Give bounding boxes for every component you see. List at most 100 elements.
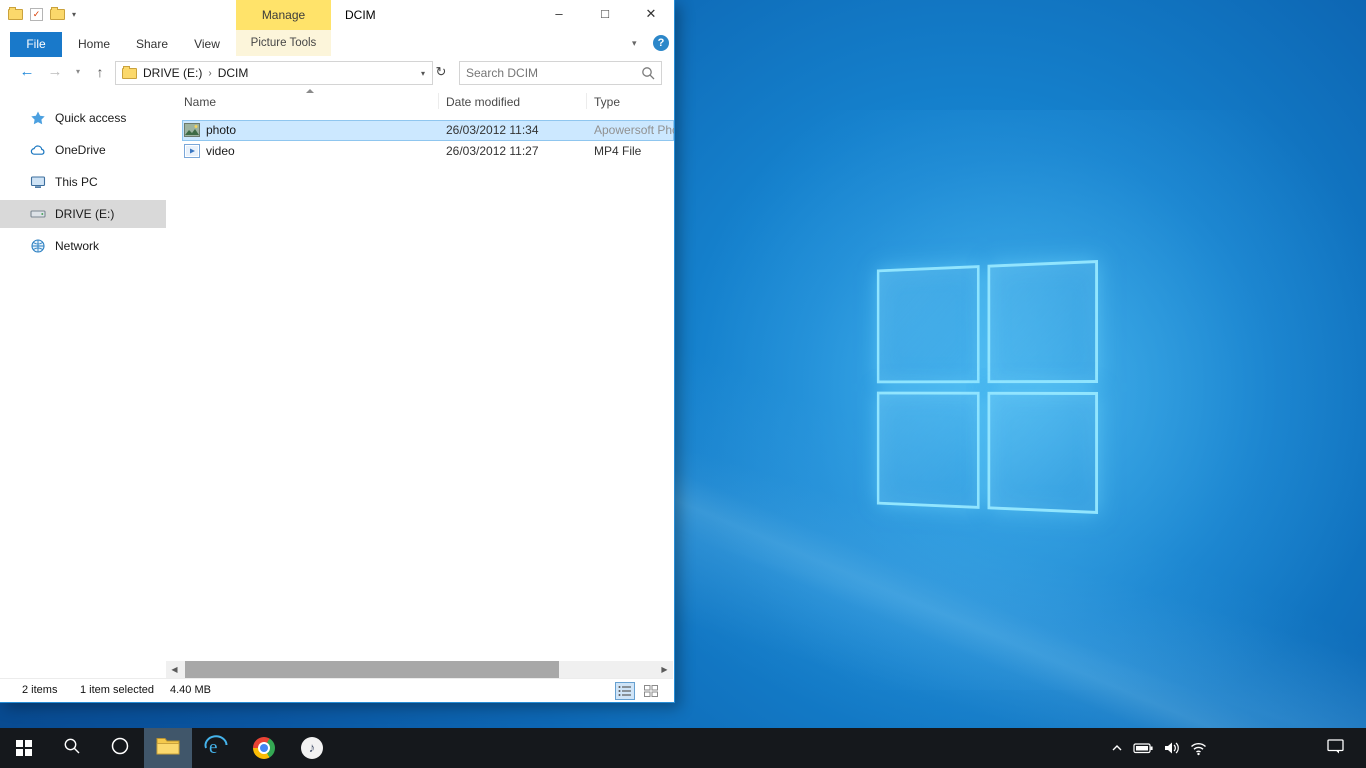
internet-explorer-button[interactable]: e	[192, 728, 240, 768]
music-note-icon: ♪	[301, 737, 323, 759]
search-icon	[63, 737, 81, 760]
battery-icon[interactable]	[1133, 740, 1154, 756]
folder-icon[interactable]	[8, 9, 23, 20]
sidebar-item-label: Network	[55, 239, 99, 253]
chrome-button[interactable]	[240, 728, 288, 768]
breadcrumb-segment[interactable]: DRIVE (E:)	[137, 66, 208, 80]
image-file-icon	[184, 123, 200, 137]
itunes-button[interactable]: ♪	[288, 728, 336, 768]
details-view-button[interactable]	[615, 682, 635, 700]
globe-icon	[30, 238, 46, 254]
window-title: DCIM	[345, 0, 376, 30]
tab-share[interactable]: Share	[126, 32, 178, 57]
start-button[interactable]	[0, 728, 48, 768]
column-header-type[interactable]: Type	[594, 95, 620, 109]
address-dropdown-caret-icon[interactable]: ▾	[421, 69, 425, 78]
file-list: Name Date modified Type photo 26/03/2012…	[166, 87, 674, 661]
new-folder-icon[interactable]	[50, 9, 65, 20]
scrollbar-thumb[interactable]	[185, 661, 559, 678]
help-button[interactable]: ?	[653, 35, 669, 51]
windows-logo	[877, 260, 1098, 514]
sidebar-item-this-pc[interactable]: This PC	[0, 168, 166, 196]
selection-size: 4.40 MB	[170, 684, 211, 696]
expand-ribbon-chevron-icon[interactable]: ▾	[632, 38, 637, 49]
tab-home[interactable]: Home	[68, 32, 120, 57]
status-bar: 2 items 1 item selected 4.40 MB	[0, 678, 673, 702]
file-type: Apowersoft Pho	[594, 123, 674, 137]
address-bar-row: ← → ▾ ↑ DRIVE (E:) › DCIM ▾ ↻	[0, 57, 674, 88]
explorer-main: Quick access OneDrive This PC	[0, 87, 674, 661]
file-explorer-icon	[156, 736, 180, 761]
properties-check-icon[interactable]: ✓	[30, 8, 43, 21]
back-button[interactable]: ←	[17, 62, 37, 82]
window-controls: – □ ✕	[536, 0, 674, 30]
file-name: photo	[206, 123, 236, 137]
column-divider[interactable]	[438, 93, 439, 109]
file-date-modified: 26/03/2012 11:27	[446, 144, 539, 158]
monitor-icon	[30, 174, 46, 190]
file-row-photo[interactable]: photo 26/03/2012 11:34 Apowersoft Pho	[182, 120, 674, 141]
selection-count: 1 item selected	[80, 684, 154, 696]
video-file-icon	[184, 144, 200, 158]
tab-picture-tools[interactable]: Picture Tools	[236, 30, 331, 56]
internet-explorer-icon: e	[203, 733, 229, 764]
windows-start-icon	[16, 740, 32, 756]
breadcrumb-segment[interactable]: DCIM	[212, 66, 255, 80]
file-row-video[interactable]: video 26/03/2012 11:27 MP4 File	[182, 141, 674, 162]
tab-view[interactable]: View	[184, 32, 230, 57]
star-icon	[30, 110, 46, 126]
minimize-button[interactable]: –	[536, 0, 582, 30]
chrome-icon	[253, 737, 275, 759]
column-divider[interactable]	[586, 93, 587, 109]
taskbar-file-explorer-button[interactable]	[144, 728, 192, 768]
sidebar-item-label: Quick access	[55, 111, 126, 125]
view-toggle-buttons	[615, 682, 661, 700]
maximize-button[interactable]: □	[582, 0, 628, 30]
column-header-name[interactable]: Name	[184, 95, 216, 109]
column-header-date-modified[interactable]: Date modified	[446, 95, 520, 109]
search-input[interactable]	[460, 66, 641, 80]
recent-locations-caret-icon[interactable]: ▾	[68, 62, 88, 82]
sidebar-item-drive-e[interactable]: DRIVE (E:)	[0, 200, 166, 228]
large-icons-view-button[interactable]	[641, 682, 661, 700]
title-bar[interactable]: ✓ ▾ Manage DCIM – □ ✕	[0, 0, 674, 30]
taskbar-search-button[interactable]	[48, 728, 96, 768]
tab-manage[interactable]: Manage	[236, 0, 331, 30]
tab-file[interactable]: File	[10, 32, 62, 57]
logo-pane	[877, 265, 979, 383]
svg-text:e: e	[209, 737, 217, 758]
sidebar-item-network[interactable]: Network	[0, 232, 166, 260]
navigation-pane: Quick access OneDrive This PC	[0, 87, 166, 661]
close-button[interactable]: ✕	[628, 0, 674, 30]
hard-drive-icon	[30, 206, 46, 222]
quick-access-toolbar: ✓ ▾	[8, 8, 76, 21]
item-count: 2 items	[22, 684, 57, 696]
refresh-button[interactable]: ↻	[432, 63, 450, 81]
screen: ✓ ▾ Manage DCIM – □ ✕ File Home Share Vi…	[0, 0, 1366, 768]
scrollbar-track[interactable]	[183, 661, 656, 678]
file-type: MP4 File	[594, 144, 641, 158]
horizontal-scrollbar: ◀ ▶	[166, 661, 673, 678]
column-headers: Name Date modified Type	[166, 87, 674, 115]
search-box	[459, 61, 662, 85]
network-wifi-icon[interactable]	[1190, 741, 1207, 756]
scroll-right-arrow[interactable]: ▶	[656, 661, 673, 678]
forward-button[interactable]: →	[45, 62, 65, 82]
sidebar-item-label: OneDrive	[55, 143, 106, 157]
hidden-icons-chevron-icon[interactable]	[1110, 741, 1124, 755]
scroll-left-arrow[interactable]: ◀	[166, 661, 183, 678]
cortana-circle-icon	[110, 736, 130, 761]
customize-toolbar-caret-icon[interactable]: ▾	[72, 10, 76, 19]
search-icon[interactable]	[641, 66, 655, 80]
address-bar[interactable]: DRIVE (E:) › DCIM ▾	[115, 61, 433, 85]
cloud-icon	[30, 142, 46, 158]
up-button[interactable]: ↑	[90, 62, 110, 82]
action-center-icon	[1327, 738, 1344, 759]
cortana-button[interactable]	[96, 728, 144, 768]
sidebar-item-quick-access[interactable]: Quick access	[0, 104, 166, 132]
sidebar-item-onedrive[interactable]: OneDrive	[0, 136, 166, 164]
file-name: video	[206, 144, 235, 158]
logo-pane	[987, 391, 1098, 514]
volume-icon[interactable]	[1163, 740, 1181, 756]
action-center-button[interactable]	[1313, 728, 1357, 768]
